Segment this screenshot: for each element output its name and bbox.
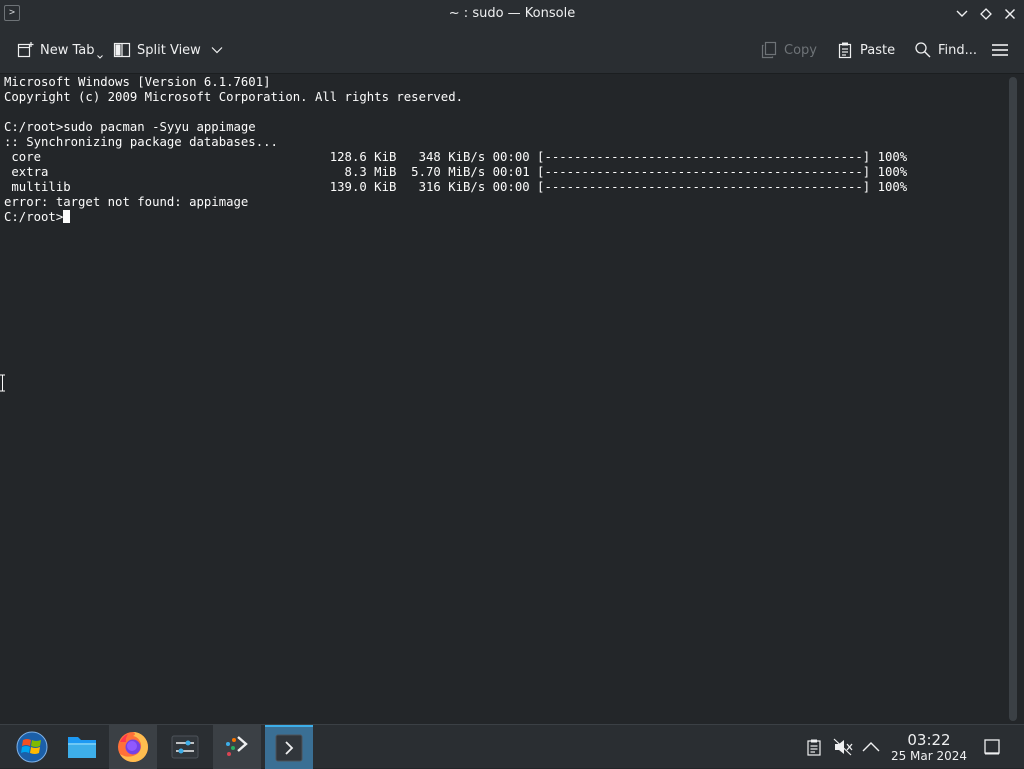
taskbar: 03:22 25 Mar 2024 — [0, 724, 1024, 769]
taskbar-file-manager[interactable] — [58, 725, 106, 769]
start-menu-icon — [16, 731, 48, 763]
toolbar: New Tab Split View Copy Paste Find... — [0, 28, 1024, 74]
text-cursor-icon — [0, 374, 5, 392]
terminal-prompt: C:/root> — [4, 210, 64, 224]
split-view-button[interactable]: Split View — [113, 36, 223, 64]
minimize-icon — [956, 10, 968, 17]
window-title: ~ : sudo — Konsole — [448, 6, 576, 21]
tray-clipboard[interactable] — [804, 737, 824, 757]
clock-time: 03:22 — [907, 731, 951, 749]
show-desktop-button[interactable] — [982, 737, 1002, 757]
taskbar-discover[interactable] — [213, 725, 261, 769]
show-desktop-icon — [984, 739, 1000, 755]
new-tab-label: New Tab — [40, 42, 95, 58]
copy-label: Copy — [784, 42, 817, 58]
terminal-area[interactable]: Microsoft Windows [Version 6.1.7601] Cop… — [0, 74, 1002, 724]
clock-date: 25 Mar 2024 — [890, 749, 968, 763]
system-settings-icon — [171, 735, 199, 759]
search-icon — [915, 42, 931, 58]
maximize-icon — [980, 8, 992, 20]
terminal-scrollbar[interactable] — [1002, 74, 1024, 724]
minimize-button[interactable] — [952, 4, 972, 24]
konsole-icon — [275, 734, 303, 762]
new-tab-button[interactable]: New Tab — [16, 36, 103, 64]
expand-tray-icon — [862, 742, 880, 752]
terminal-line: error: target not found: appimage — [4, 195, 249, 209]
taskbar-konsole[interactable] — [265, 725, 313, 769]
hamburger-menu-icon — [992, 44, 1008, 56]
discover-icon — [226, 736, 248, 756]
copy-button[interactable]: Copy — [760, 36, 817, 64]
hamburger-menu-button[interactable] — [991, 36, 1009, 64]
small-arrow-icon — [96, 55, 103, 59]
maximize-button[interactable] — [976, 4, 996, 24]
title-bar[interactable]: > ~ : sudo — Konsole — [0, 0, 1024, 28]
terminal-line: multilib 139.0 KiB 316 KiB/s 00:00 [----… — [4, 180, 908, 194]
find-button[interactable]: Find... — [914, 36, 977, 64]
firefox-icon — [118, 732, 148, 762]
terminal-line: Copyright (c) 2009 Microsoft Corporation… — [4, 90, 464, 104]
terminal-line: core 128.6 KiB 348 KiB/s 00:00 [--------… — [4, 150, 908, 164]
paste-button[interactable]: Paste — [836, 36, 895, 64]
find-label: Find... — [938, 42, 978, 58]
taskbar-firefox[interactable] — [109, 725, 157, 769]
terminal-line: :: Synchronizing package databases... — [4, 135, 278, 149]
tray-expand-button[interactable] — [861, 737, 881, 757]
close-icon — [1005, 9, 1015, 19]
close-button[interactable] — [1000, 4, 1020, 24]
scrollbar-thumb[interactable] — [1009, 77, 1017, 721]
new-tab-icon — [17, 42, 34, 58]
terminal-output: Microsoft Windows [Version 6.1.7601] Cop… — [4, 75, 907, 225]
copy-icon — [761, 41, 777, 59]
split-view-label: Split View — [137, 42, 201, 58]
paste-label: Paste — [860, 42, 896, 58]
digital-clock[interactable]: 03:22 25 Mar 2024 — [888, 731, 970, 763]
chevron-down-icon[interactable] — [211, 46, 223, 54]
file-manager-icon — [68, 737, 96, 758]
taskbar-system-settings[interactable] — [161, 725, 209, 769]
start-menu-button[interactable] — [8, 725, 56, 769]
split-view-icon — [113, 42, 131, 58]
paste-icon — [838, 42, 852, 59]
terminal-line: extra 8.3 MiB 5.70 MiB/s 00:01 [--------… — [4, 165, 908, 179]
terminal-cursor — [63, 210, 71, 223]
terminal-line: C:/root>sudo pacman -Syyu appimage — [4, 120, 256, 134]
clipboard-icon — [807, 739, 821, 756]
tray-volume[interactable] — [833, 737, 853, 757]
volume-muted-icon — [833, 738, 853, 756]
terminal-line: Microsoft Windows [Version 6.1.7601] — [4, 75, 271, 89]
